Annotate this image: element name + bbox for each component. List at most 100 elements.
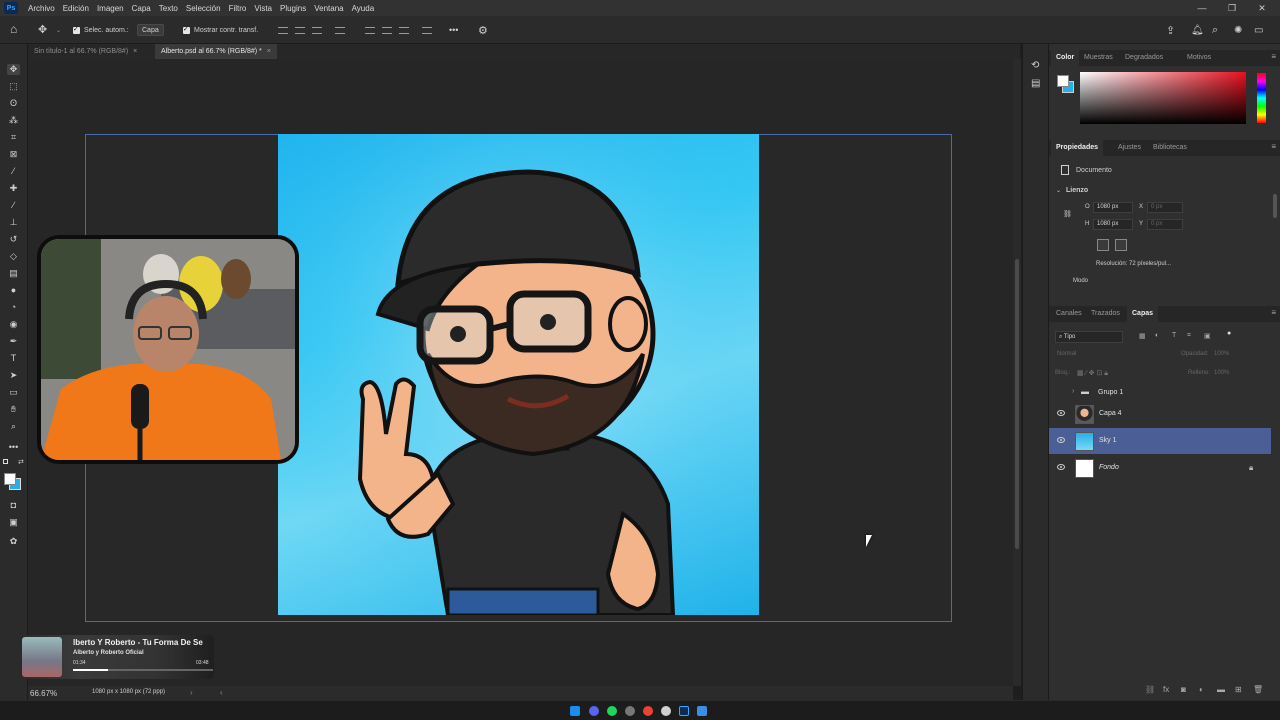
expand-group-chevron-icon[interactable]: › [1072, 388, 1074, 395]
menu-plugins[interactable]: Plugins [276, 4, 310, 13]
tab-degradados[interactable]: Degradados [1120, 50, 1168, 66]
photoshop-logo-icon[interactable]: Ps [4, 2, 18, 14]
lock-icons[interactable]: ▦ ∕ ✥ ⊡ 🔒︎ [1077, 369, 1108, 378]
steam-icon[interactable] [625, 706, 635, 716]
screen-mode-icon[interactable]: ▣ [7, 517, 20, 528]
filter-shape-icon[interactable]: ⌗ [1187, 332, 1191, 340]
distribute-icon[interactable] [335, 27, 345, 34]
tab-muestras[interactable]: Muestras [1079, 50, 1118, 66]
panel-menu-icon[interactable]: ≡ [1271, 142, 1276, 151]
close-tab-icon[interactable]: × [267, 48, 271, 55]
tab-motivos[interactable]: Motivos [1182, 50, 1216, 66]
healing-brush-tool-icon[interactable]: ✚ [7, 183, 20, 194]
adjustment-layer-icon[interactable]: ◐ [1199, 685, 1204, 694]
discord-icon[interactable] [589, 706, 599, 716]
quick-mask-icon[interactable]: ◘ [7, 500, 20, 511]
history-brush-tool-icon[interactable]: ↺ [7, 234, 20, 245]
eyedropper-tool-icon[interactable]: ⁄ [7, 166, 20, 177]
portrait-orientation-icon[interactable] [1097, 239, 1109, 251]
magic-wand-tool-icon[interactable]: ⁂ [7, 115, 20, 126]
tab-capas[interactable]: Capas [1127, 306, 1159, 322]
height-input[interactable]: 1080 px [1093, 219, 1133, 230]
filter-toggle-icon[interactable]: ● [1227, 330, 1231, 337]
generative-fill-icon[interactable]: ✿ [7, 536, 20, 547]
color-panel-fg-swatch[interactable] [1057, 75, 1069, 87]
more-options-icon[interactable]: ••• [449, 23, 458, 37]
photoshop-taskbar-icon[interactable] [679, 706, 689, 716]
align-bottom-icon[interactable] [399, 27, 409, 34]
pen-tool-icon[interactable]: ✒ [7, 336, 20, 347]
menu-imagen[interactable]: Imagen [93, 4, 128, 13]
tab-color[interactable]: Color [1051, 50, 1080, 66]
filter-adjustment-icon[interactable]: ◐ [1155, 332, 1159, 339]
filter-smart-object-icon[interactable]: ▣ [1204, 332, 1211, 340]
section-chevron-icon[interactable]: ⌄ [1056, 187, 1061, 194]
show-transform-option[interactable]: Mostrar contr. transf. [183, 23, 258, 37]
dodge-tool-icon[interactable]: ◔ [7, 302, 20, 313]
spotify-icon[interactable] [607, 706, 617, 716]
close-tab-icon[interactable]: × [133, 48, 137, 55]
properties-scroll-thumb[interactable] [1273, 194, 1277, 218]
notifications-bell-icon[interactable]: 🔔︎ [1191, 23, 1204, 37]
default-colors-icon[interactable] [3, 459, 8, 464]
filter-pixel-icon[interactable]: ▦ [1139, 332, 1146, 340]
status-menu-chevron-icon[interactable]: › [190, 688, 193, 697]
restore-icon[interactable]: ❐ [1217, 0, 1247, 16]
layer-row-capa-4[interactable]: Capa 4 [1049, 401, 1271, 427]
progress-bar[interactable] [73, 669, 213, 671]
tab-trazados[interactable]: Trazados [1086, 306, 1125, 322]
tab-ajustes[interactable]: Ajustes [1113, 140, 1146, 156]
delete-layer-icon[interactable]: 🗑︎ [1253, 685, 1263, 694]
comments-panel-icon[interactable]: ▤ [1031, 78, 1040, 89]
clone-stamp-tool-icon[interactable]: ⊥ [7, 217, 20, 228]
layer-filter-dropdown[interactable]: ⌕ Tipo [1055, 331, 1123, 343]
settings-gear-icon[interactable]: ⚙ [478, 23, 488, 37]
scroll-left-icon[interactable]: ‹ [220, 688, 223, 697]
menu-vista[interactable]: Vista [250, 4, 276, 13]
tab-propiedades[interactable]: Propiedades [1051, 140, 1104, 156]
menu-texto[interactable]: Texto [155, 4, 182, 13]
search-icon[interactable]: ⌕ [1212, 23, 1218, 37]
layer-row-sky-1[interactable]: Sky 1 [1049, 428, 1271, 454]
hand-tool-icon[interactable]: ✋︎ [7, 404, 20, 415]
landscape-orientation-icon[interactable] [1115, 239, 1127, 251]
tool-preset-chevron-icon[interactable]: ⌄ [56, 23, 61, 37]
align-top-icon[interactable] [365, 27, 375, 34]
tab-bibliotecas[interactable]: Bibliotecas [1148, 140, 1192, 156]
history-panel-icon[interactable]: ⟲ [1031, 60, 1039, 71]
filter-type-icon[interactable]: T [1172, 332, 1176, 339]
canvas-artwork[interactable] [278, 134, 759, 615]
photos-icon[interactable] [697, 706, 707, 716]
lasso-tool-icon[interactable]: ʘ [7, 98, 20, 109]
width-input[interactable]: 1080 px [1093, 202, 1133, 213]
new-layer-icon[interactable]: ⊞ [1235, 685, 1242, 694]
visibility-eye-icon[interactable] [1057, 437, 1065, 443]
edit-toolbar-icon[interactable]: ••• [7, 442, 20, 453]
new-group-icon[interactable]: ▬ [1217, 685, 1225, 694]
crop-tool-icon[interactable]: ⌗ [7, 132, 20, 143]
rectangle-tool-icon[interactable]: ▭ [7, 387, 20, 398]
fill-value[interactable]: 100% [1214, 370, 1229, 376]
color-picker-field[interactable] [1080, 72, 1246, 124]
panel-menu-icon[interactable]: ≡ [1271, 308, 1276, 317]
chrome-icon[interactable] [643, 706, 653, 716]
fx-icon[interactable]: fx [1163, 685, 1169, 694]
visibility-eye-icon[interactable] [1057, 464, 1065, 470]
close-window-icon[interactable]: ✕ [1247, 0, 1277, 16]
windows-start-icon[interactable] [570, 706, 580, 716]
path-selection-tool-icon[interactable]: ➤ [7, 370, 20, 381]
lock-icon[interactable]: 🔒︎ [1249, 463, 1253, 473]
gradient-tool-icon[interactable]: ▤ [7, 268, 20, 279]
opacity-value[interactable]: 100% [1214, 351, 1229, 357]
show-transform-checkbox[interactable] [183, 25, 190, 34]
y-input[interactable]: 0 px [1147, 219, 1183, 230]
discover-lightbulb-icon[interactable]: ✺ [1234, 23, 1242, 37]
minimize-icon[interactable]: — [1187, 0, 1217, 16]
visibility-eye-icon[interactable] [1057, 410, 1065, 416]
menu-capa[interactable]: Capa [128, 4, 155, 13]
auto-select-option[interactable]: Selec. autom.: [73, 23, 129, 37]
move-tool-icon[interactable]: ✥ [38, 22, 47, 36]
align-middle-icon[interactable] [382, 27, 392, 34]
foreground-color-swatch[interactable] [4, 473, 16, 485]
zoom-level[interactable]: 66.67% [30, 689, 57, 698]
